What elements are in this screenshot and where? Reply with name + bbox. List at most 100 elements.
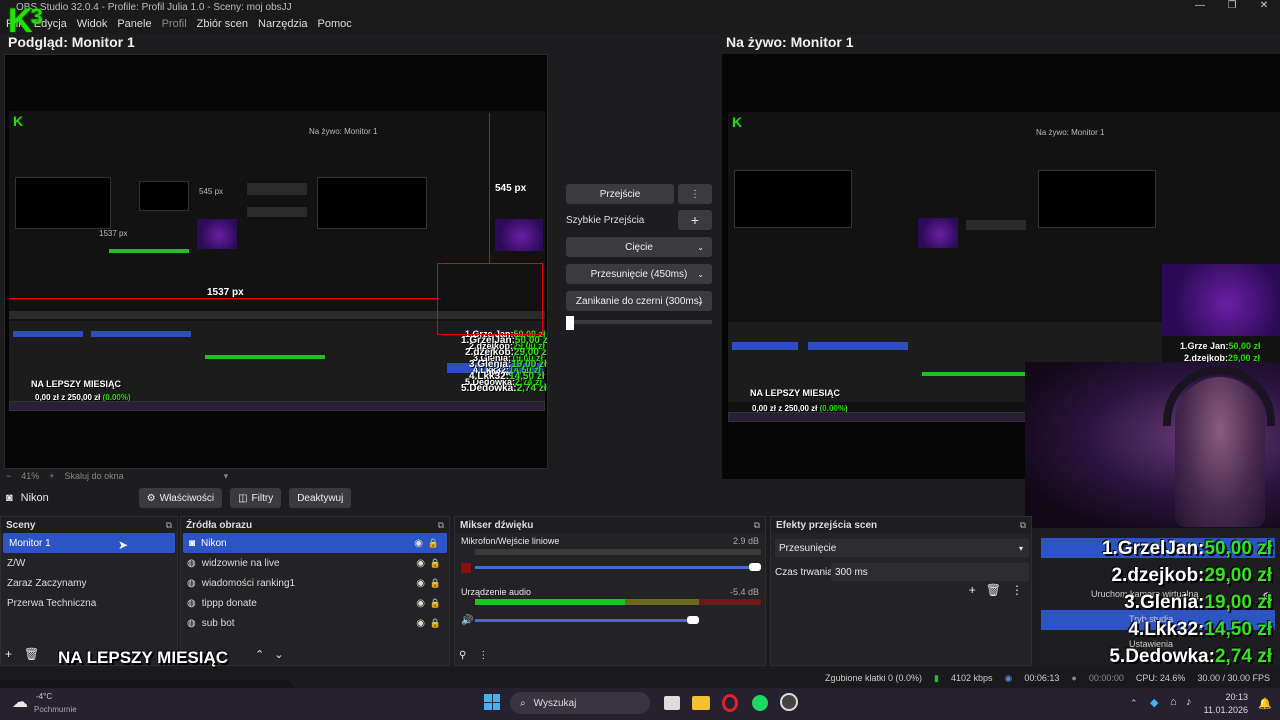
rec-time: 00:00:00 bbox=[1088, 673, 1124, 683]
duration-input[interactable]: 300 ms bbox=[831, 563, 1029, 581]
windows-start-icon[interactable] bbox=[484, 694, 500, 710]
chevron-down-icon[interactable]: ▾ bbox=[224, 471, 229, 482]
mouse-cursor: ➤ bbox=[118, 538, 129, 552]
camera-icon: ◙ bbox=[6, 492, 13, 504]
mini-logo: K bbox=[13, 113, 24, 129]
ranking-2: 2.dzejkob:29,00 zł bbox=[1111, 565, 1272, 586]
zoom-minus[interactable]: − bbox=[6, 471, 11, 481]
source-item[interactable]: ◍ sub bot ◉ 🔒 bbox=[181, 613, 449, 633]
undock-icon[interactable]: ⧉ bbox=[1020, 520, 1026, 531]
maximize-button[interactable]: ❐ bbox=[1216, 0, 1248, 14]
source-item[interactable]: ◍ widzownie na live ◉ 🔒 bbox=[181, 553, 449, 573]
menu-view[interactable]: Widok bbox=[77, 18, 108, 30]
volume-handle[interactable] bbox=[749, 563, 761, 571]
clock-date[interactable]: 11.01.2026 bbox=[1202, 705, 1248, 715]
undock-icon[interactable]: ⧉ bbox=[438, 520, 444, 531]
transition-select[interactable]: Przesunięcie ▾ bbox=[775, 539, 1029, 557]
more-icon[interactable]: ⋮ bbox=[678, 184, 712, 204]
scene-item[interactable]: Z/W bbox=[1, 553, 177, 573]
guide-horizontal bbox=[9, 298, 439, 299]
scenes-title: Sceny bbox=[6, 519, 36, 531]
channel-db: 2.9 dB bbox=[732, 536, 759, 546]
deactivate-button[interactable]: Deaktywuj bbox=[289, 488, 352, 508]
mini-live bbox=[317, 177, 427, 229]
tray-chevron-up-icon[interactable]: ⌃ bbox=[1130, 698, 1138, 709]
remove-scene-icon[interactable]: 🗑 bbox=[24, 647, 39, 661]
lock-icon: 🔒 bbox=[427, 537, 439, 548]
volume-slider[interactable] bbox=[475, 566, 757, 569]
level-meter bbox=[475, 549, 761, 555]
zoom-plus[interactable]: + bbox=[49, 471, 54, 481]
add-scene-icon[interactable]: + bbox=[5, 647, 12, 661]
preview-canvas[interactable]: K Na żywo: Monitor 1 1537 px 545 px NA L… bbox=[4, 54, 548, 469]
weather-icon[interactable]: ☁ bbox=[12, 692, 28, 712]
quick-transition-fade-black[interactable]: Zanikanie do czerni (300ms) ⌄ bbox=[566, 291, 712, 311]
transition-button[interactable]: Przejście bbox=[566, 184, 674, 204]
scene-item[interactable]: Monitor 1 bbox=[3, 533, 175, 553]
window-controls: — ❐ ✕ bbox=[1184, 0, 1280, 14]
tbar-handle[interactable] bbox=[566, 316, 574, 330]
close-button[interactable]: ✕ bbox=[1248, 0, 1280, 14]
zoom-level: 41% bbox=[21, 471, 40, 481]
tray-icon[interactable]: ◆ bbox=[1150, 696, 1158, 709]
notification-icon[interactable]: 🔔 bbox=[1258, 697, 1272, 710]
mini-meter bbox=[109, 249, 189, 253]
menu-scene-collection[interactable]: Zbiór scen bbox=[197, 18, 248, 30]
menu-profile[interactable]: Profil bbox=[162, 18, 187, 30]
scene-item[interactable]: Przerwa Techniczna bbox=[1, 593, 177, 613]
remove-transition-icon[interactable]: 🗑 bbox=[986, 583, 1001, 597]
quick-transition-slide[interactable]: Przesunięcie (450ms) ⌄ bbox=[566, 264, 712, 284]
task-view-icon[interactable] bbox=[664, 696, 680, 710]
more-icon[interactable]: ⋮ bbox=[478, 650, 488, 661]
source-item[interactable]: ◍ wiadomości ranking1 ◉ 🔒 bbox=[181, 573, 449, 593]
preview-rank-2: 2.dzejkob:29,00 zł bbox=[465, 347, 548, 358]
channel-name: Mikrofon/Wejście liniowe bbox=[461, 536, 560, 546]
scale-select[interactable]: Skaluj do okna bbox=[65, 471, 124, 481]
live-mini-scene-sel bbox=[732, 342, 798, 350]
properties-button[interactable]: ⚙ Właściwości bbox=[138, 488, 223, 508]
browser-icon: ◍ bbox=[187, 557, 196, 569]
opera-icon[interactable] bbox=[722, 694, 738, 712]
source-item[interactable]: ◙ Nikon ◉ 🔒 bbox=[183, 533, 447, 553]
taskbar-search[interactable]: ⌕ Wyszukaj bbox=[510, 692, 650, 714]
chevron-down-icon[interactable]: ⌄ bbox=[274, 648, 283, 661]
menu-tools[interactable]: Narzędzia bbox=[258, 18, 308, 30]
source-item[interactable]: ◍ tippp donate ◉ 🔒 bbox=[181, 593, 449, 613]
volume-icon[interactable]: ♪ bbox=[1186, 696, 1192, 708]
undock-icon[interactable]: ⧉ bbox=[754, 520, 760, 531]
tbar-slider[interactable] bbox=[566, 316, 712, 330]
live-mini-webcam bbox=[918, 218, 958, 248]
clock-time[interactable]: 20:13 bbox=[1214, 692, 1248, 702]
minimize-button[interactable]: — bbox=[1184, 0, 1216, 14]
scene-transitions-title: Efekty przejścia scen bbox=[776, 519, 878, 531]
quick-transition-cut[interactable]: Cięcie ⌄ bbox=[566, 237, 712, 257]
network-icon[interactable]: ⌂ bbox=[1170, 696, 1177, 708]
menu-help[interactable]: Pomoc bbox=[318, 18, 352, 30]
obs-icon[interactable] bbox=[780, 693, 798, 711]
mute-icon[interactable] bbox=[461, 563, 471, 573]
weather-temp: -4°C bbox=[36, 692, 53, 701]
mini-webcam-live bbox=[495, 219, 543, 251]
selection-box[interactable] bbox=[437, 263, 543, 335]
add-transition-icon[interactable]: + bbox=[969, 583, 976, 597]
filters-button[interactable]: ◫ Filtry bbox=[230, 488, 282, 508]
link-icon[interactable]: ⚲ bbox=[459, 650, 466, 661]
undock-icon[interactable]: ⧉ bbox=[166, 520, 172, 531]
live-time: 00:06:13 bbox=[1024, 673, 1060, 683]
volume-slider[interactable] bbox=[475, 619, 695, 622]
mini-box bbox=[139, 181, 189, 211]
spotify-icon[interactable] bbox=[752, 695, 768, 711]
live-rank-1: 1.Grze Jan:50,00 zł bbox=[1180, 341, 1261, 351]
chevron-up-icon[interactable]: ⌃ bbox=[255, 648, 264, 661]
scene-item[interactable]: Zaraz Zaczynamy bbox=[1, 573, 177, 593]
file-explorer-icon[interactable] bbox=[692, 696, 710, 710]
volume-handle[interactable] bbox=[687, 616, 699, 624]
visibility-icon: ◉ bbox=[416, 617, 425, 629]
more-icon[interactable]: ⋮ bbox=[1011, 583, 1023, 597]
speaker-icon[interactable]: 🔊 bbox=[461, 615, 473, 626]
add-quick-transition-button[interactable]: + bbox=[678, 210, 712, 230]
menu-docks[interactable]: Panele bbox=[117, 18, 151, 30]
live-webcam-inset bbox=[1162, 264, 1280, 336]
guide-vertical bbox=[489, 113, 490, 263]
mini-taskbar bbox=[9, 401, 545, 411]
